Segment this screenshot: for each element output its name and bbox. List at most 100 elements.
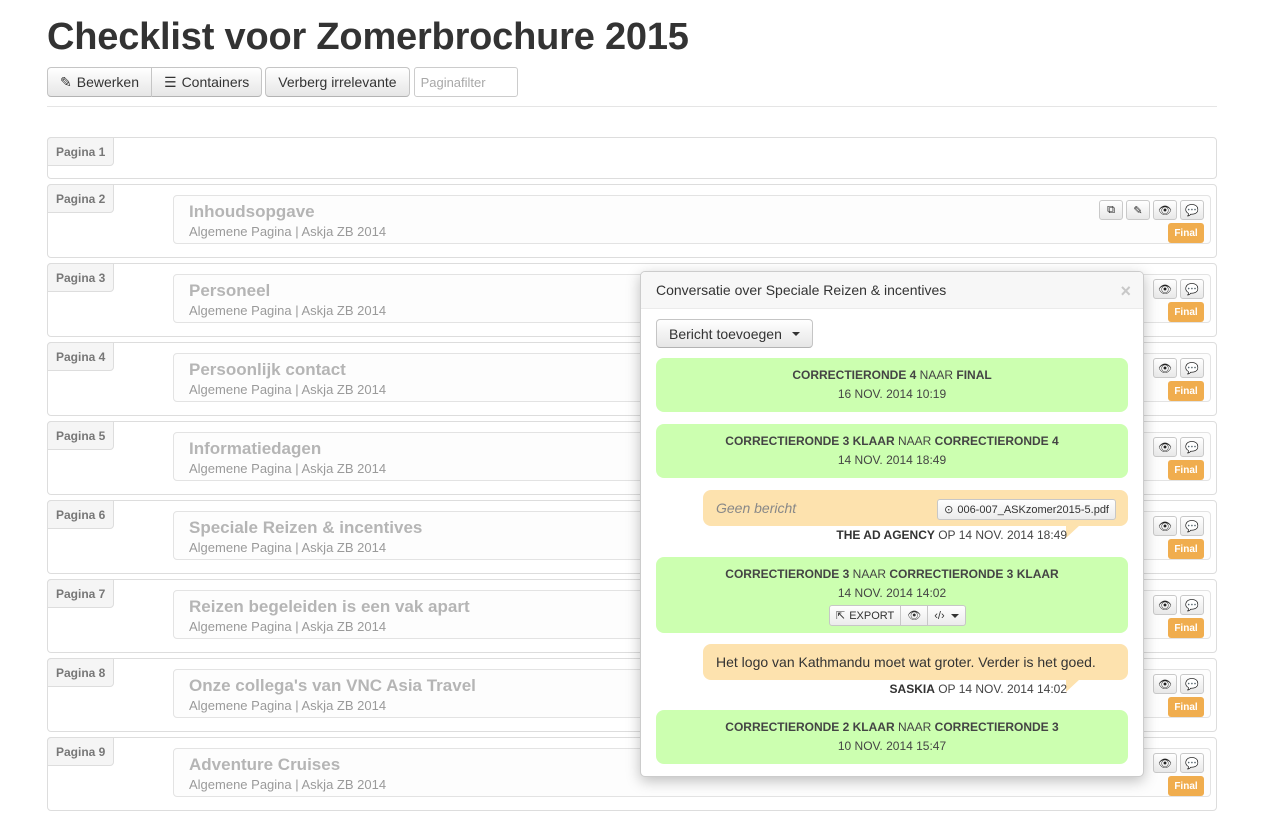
page-label: Pagina 6 bbox=[47, 500, 114, 529]
add-message-button[interactable]: Bericht toevoegen bbox=[656, 319, 813, 348]
page-label: Pagina 8 bbox=[47, 658, 114, 687]
eye-icon[interactable]: 👁 bbox=[1153, 753, 1177, 773]
hide-irrelevant-button[interactable]: Verberg irrelevante bbox=[265, 67, 410, 97]
eye-icon[interactable]: 👁 bbox=[1153, 437, 1177, 457]
page-label: Pagina 1 bbox=[47, 137, 114, 166]
message-date: 16 NOV. 2014 10:19 bbox=[837, 387, 947, 401]
page-label: Pagina 3 bbox=[47, 263, 114, 292]
card-title: Adventure Cruises bbox=[189, 755, 341, 774]
message-actions: ⇱ EXPORT 👁 ‹/› bbox=[829, 605, 966, 626]
status-message: CORRECTIERONDE 4 NAAR FINAL 16 NOV. 2014… bbox=[656, 358, 1128, 412]
card-title: Onze collega's van VNC Asia Travel bbox=[189, 676, 476, 695]
message-meta: THE AD AGENCY OP 14 NOV. 2014 18:49 bbox=[836, 528, 1067, 542]
page-label: Pagina 2 bbox=[47, 184, 114, 213]
comment-icon[interactable]: 💬 bbox=[1180, 437, 1204, 457]
comment-message: Geen bericht ⊙ 006-007_ASKzomer2015-5.pd… bbox=[703, 490, 1128, 538]
comment-icon[interactable]: 💬 bbox=[1180, 595, 1204, 615]
edit-button[interactable]: ✎ Bewerken bbox=[47, 67, 152, 97]
close-icon[interactable]: × bbox=[1120, 281, 1131, 302]
card-actions: 👁 💬 bbox=[1153, 516, 1204, 536]
message-date: 14 NOV. 2014 14:02 bbox=[837, 586, 947, 600]
eye-icon[interactable]: 👁 bbox=[1153, 516, 1177, 536]
attachment-button[interactable]: ⊙ 006-007_ASKzomer2015-5.pdf bbox=[937, 499, 1116, 520]
eye-icon[interactable]: 👁 bbox=[1153, 358, 1177, 378]
page-label: Pagina 7 bbox=[47, 579, 114, 608]
containers-button[interactable]: ☰ Containers bbox=[152, 67, 263, 97]
status-badge: Final bbox=[1168, 618, 1204, 638]
message-date: 10 NOV. 2014 15:47 bbox=[837, 739, 947, 753]
page-row-1: Pagina 1 bbox=[47, 137, 1217, 179]
card-title: Informatiedagen bbox=[189, 439, 322, 458]
status-badge: Final bbox=[1168, 381, 1204, 401]
card-subtitle: Algemene Pagina | Askja ZB 2014 bbox=[189, 619, 387, 634]
page-row-2: Pagina 2 Inhoudsopgave Algemene Pagina |… bbox=[47, 184, 1217, 258]
card-title: Persoonlijk contact bbox=[189, 360, 346, 379]
copy-icon[interactable]: ⧉ bbox=[1099, 200, 1123, 220]
comment-icon[interactable]: 💬 bbox=[1180, 674, 1204, 694]
page-title: Checklist voor Zomerbrochure 2015 bbox=[47, 16, 689, 58]
card-actions: 👁 💬 bbox=[1153, 753, 1204, 773]
message-meta: SASKIA OP 14 NOV. 2014 14:02 bbox=[889, 682, 1067, 696]
export-icon: ⇱ bbox=[836, 610, 846, 622]
eye-icon[interactable]: 👁 bbox=[901, 605, 929, 626]
divider bbox=[47, 106, 1217, 107]
comment-icon[interactable]: 💬 bbox=[1180, 200, 1204, 220]
message-text: Geen bericht bbox=[716, 500, 797, 516]
status-badge: Final bbox=[1168, 697, 1204, 717]
page-card[interactable]: Inhoudsopgave Algemene Pagina | Askja ZB… bbox=[173, 195, 1211, 244]
status-badge: Final bbox=[1168, 302, 1204, 322]
download-icon: ⊙ bbox=[944, 504, 954, 516]
page-label: Pagina 5 bbox=[47, 421, 114, 450]
message-date: 14 NOV. 2014 18:49 bbox=[837, 453, 947, 467]
export-button[interactable]: ⇱ EXPORT bbox=[829, 605, 902, 626]
page-label: Pagina 9 bbox=[47, 737, 114, 766]
comment-icon[interactable]: 💬 bbox=[1180, 753, 1204, 773]
card-subtitle: Algemene Pagina | Askja ZB 2014 bbox=[189, 382, 387, 397]
card-title: Personeel bbox=[189, 281, 271, 300]
card-subtitle: Algemene Pagina | Askja ZB 2014 bbox=[189, 461, 387, 476]
status-badge: Final bbox=[1168, 776, 1204, 796]
card-subtitle: Algemene Pagina | Askja ZB 2014 bbox=[189, 698, 387, 713]
card-title: Inhoudsopgave bbox=[189, 202, 315, 221]
status-badge: Final bbox=[1168, 223, 1204, 243]
code-icon: ‹/› bbox=[934, 609, 945, 622]
pencil-icon[interactable]: ✎ bbox=[1126, 200, 1150, 220]
card-title: Speciale Reizen & incentives bbox=[189, 518, 423, 537]
status-badge: Final bbox=[1168, 460, 1204, 480]
popover-header: Conversatie over Speciale Reizen & incen… bbox=[641, 272, 1143, 309]
page-filter-input[interactable] bbox=[413, 67, 518, 97]
card-subtitle: Algemene Pagina | Askja ZB 2014 bbox=[189, 303, 387, 318]
card-actions: 👁 💬 bbox=[1153, 358, 1204, 378]
comment-message: Het logo van Kathmandu moet wat groter. … bbox=[703, 644, 1128, 692]
toolbar: ✎ Bewerken ☰ Containers Verberg irreleva… bbox=[47, 67, 518, 97]
card-actions: 👁 💬 bbox=[1153, 437, 1204, 457]
card-actions: ⧉ ✎ 👁 💬 bbox=[1099, 200, 1204, 220]
comment-icon[interactable]: 💬 bbox=[1180, 358, 1204, 378]
eye-icon[interactable]: 👁 bbox=[1153, 279, 1177, 299]
card-actions: 👁 💬 bbox=[1153, 674, 1204, 694]
card-title: Reizen begeleiden is een vak apart bbox=[189, 597, 470, 616]
status-message: CORRECTIERONDE 3 NAAR CORRECTIERONDE 3 K… bbox=[656, 557, 1128, 633]
eye-icon[interactable]: 👁 bbox=[1153, 595, 1177, 615]
status-badge: Final bbox=[1168, 539, 1204, 559]
code-dropdown-button[interactable]: ‹/› bbox=[928, 605, 966, 626]
card-subtitle: Algemene Pagina | Askja ZB 2014 bbox=[189, 224, 387, 239]
caret-down-icon bbox=[791, 331, 800, 336]
page-label: Pagina 4 bbox=[47, 342, 114, 371]
list-icon: ☰ bbox=[164, 73, 177, 90]
popover-title: Conversatie over Speciale Reizen & incen… bbox=[656, 282, 947, 298]
card-actions: 👁 💬 bbox=[1153, 279, 1204, 299]
message-text: Het logo van Kathmandu moet wat groter. … bbox=[716, 654, 1096, 670]
comment-icon[interactable]: 💬 bbox=[1180, 279, 1204, 299]
comment-icon[interactable]: 💬 bbox=[1180, 516, 1204, 536]
card-subtitle: Algemene Pagina | Askja ZB 2014 bbox=[189, 540, 387, 555]
pencil-icon: ✎ bbox=[60, 73, 72, 90]
status-message: CORRECTIERONDE 2 KLAAR NAAR CORRECTIERON… bbox=[656, 710, 1128, 764]
eye-icon[interactable]: 👁 bbox=[1153, 674, 1177, 694]
card-subtitle: Algemene Pagina | Askja ZB 2014 bbox=[189, 777, 387, 792]
eye-icon[interactable]: 👁 bbox=[1153, 200, 1177, 220]
card-actions: 👁 💬 bbox=[1153, 595, 1204, 615]
edit-button-group: ✎ Bewerken ☰ Containers bbox=[47, 67, 263, 97]
conversation-popover: Conversatie over Speciale Reizen & incen… bbox=[640, 271, 1144, 777]
status-message: CORRECTIERONDE 3 KLAAR NAAR CORRECTIERON… bbox=[656, 424, 1128, 478]
